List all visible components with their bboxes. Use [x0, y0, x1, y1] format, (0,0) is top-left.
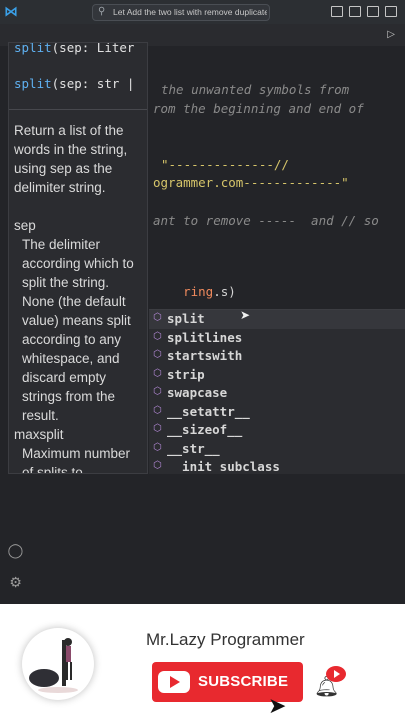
- toggle-panel-icon[interactable]: [349, 6, 361, 17]
- code-line: ogrammer.com-------------": [153, 175, 349, 190]
- documentation: Return a list of the words in the string…: [14, 121, 142, 474]
- toggle-sidebar-icon[interactable]: [331, 6, 343, 17]
- vscode-logo-icon: ⋈: [4, 4, 18, 20]
- code-line: rom the beginning and end of: [153, 101, 364, 116]
- method-cube-icon: ⬡: [153, 404, 162, 416]
- layout-controls: [331, 6, 397, 17]
- completion-label: init subclass: [167, 459, 280, 474]
- signature-params: (sep: Liter: [51, 42, 135, 55]
- method-cube-icon: ⬡: [153, 312, 162, 323]
- method-token: .s): [213, 284, 236, 299]
- completion-label: __setattr__: [167, 403, 250, 419]
- lazy-person-illustration-icon: [29, 638, 78, 693]
- channel-banner: Mr.Lazy Programmer SUBSCRIBE 🔔︎ ➤: [0, 604, 405, 720]
- param-description: The delimiter according which to split t…: [22, 237, 134, 423]
- method-cube-icon: ⬡: [153, 349, 162, 360]
- variable-token: ring: [183, 284, 214, 299]
- code-line: ant to remove ----- and // so: [153, 213, 379, 228]
- completion-label: splitlines: [167, 329, 243, 345]
- param-name: sep: [14, 218, 36, 233]
- command-center-search[interactable]: ⚲ Let Add the two list with remove dupli…: [92, 4, 270, 21]
- code-line: "--------------//: [161, 157, 289, 172]
- completion-item[interactable]: ⬡ __sizeof__: [149, 421, 405, 440]
- param-description: Maximum number of splits to: [22, 446, 131, 474]
- code-line: the unwanted symbols from: [161, 82, 350, 97]
- completion-item[interactable]: ⬡ __setattr__: [149, 403, 405, 422]
- method-cube-icon: ⬡: [153, 367, 162, 379]
- completion-label: strip: [167, 366, 205, 382]
- completion-label: startswith: [167, 348, 243, 363]
- autocomplete-list[interactable]: ⬡ split ⬡ splitlines ⬡ startswith ⬡ stri…: [149, 309, 405, 474]
- subscribe-label: SUBSCRIBE: [198, 673, 289, 690]
- completion-item[interactable]: ⬡ __str__: [149, 440, 405, 459]
- method-cube-icon: ⬡: [153, 460, 162, 471]
- mouse-pointer-icon: ➤: [240, 308, 251, 322]
- editor-area[interactable]: ▷ the unwanted symbols from rom the begi…: [0, 24, 405, 604]
- completion-item[interactable]: ⬡ split: [149, 310, 405, 329]
- method-cube-icon: ⬡: [153, 441, 162, 453]
- youtube-play-icon: [158, 671, 190, 693]
- avatar: [22, 628, 94, 700]
- method-cube-icon: ⬡: [153, 423, 162, 434]
- channel-name: Mr.Lazy Programmer: [146, 630, 305, 649]
- search-icon: ⚲: [98, 6, 106, 17]
- completion-item[interactable]: ⬡ init subclass: [149, 458, 405, 477]
- toggle-secondary-sidebar-icon[interactable]: [367, 6, 379, 17]
- cursor-code-line: ring.s): [153, 269, 236, 314]
- completion-item[interactable]: ⬡ swapcase: [149, 384, 405, 403]
- cursor-arrow-icon: ➤: [268, 694, 287, 719]
- completion-item[interactable]: ⬡ startswith: [149, 347, 405, 366]
- completion-label: split: [167, 311, 205, 326]
- completion-label: __str__: [167, 440, 220, 456]
- divider: [9, 109, 147, 110]
- run-icon[interactable]: ▷: [387, 29, 395, 40]
- method-cube-icon: ⬡: [153, 330, 162, 342]
- param-name: maxsplit: [14, 427, 64, 442]
- completion-label: swapcase: [167, 385, 228, 400]
- completion-item[interactable]: ⬡ strip: [149, 366, 405, 385]
- account-icon[interactable]: ◯: [7, 543, 24, 560]
- signature-function-name: split: [14, 76, 52, 91]
- completion-item[interactable]: ⬡ splitlines: [149, 329, 405, 348]
- signature-help-popup: split(sep: Liter split(sep: str | Return…: [8, 42, 148, 474]
- signature-function-name: split: [14, 42, 52, 55]
- command-center-text: Let Add the two list with remove duplica…: [113, 7, 267, 17]
- doc-summary: Return a list of the words in the string…: [14, 123, 128, 195]
- settings-gear-icon[interactable]: ⚙: [7, 575, 24, 592]
- method-cube-icon: ⬡: [153, 386, 162, 397]
- signature-line-2: split(sep: str |: [14, 76, 134, 91]
- title-bar: ⋈ ⚲ Let Add the two list with remove dup…: [0, 0, 405, 24]
- youtube-badge-icon: [326, 666, 346, 682]
- completion-label: __sizeof__: [167, 422, 243, 437]
- customize-layout-icon[interactable]: [385, 6, 397, 17]
- signature-line-1: split(sep: Liter: [14, 42, 135, 55]
- signature-params: (sep: str |: [51, 76, 135, 91]
